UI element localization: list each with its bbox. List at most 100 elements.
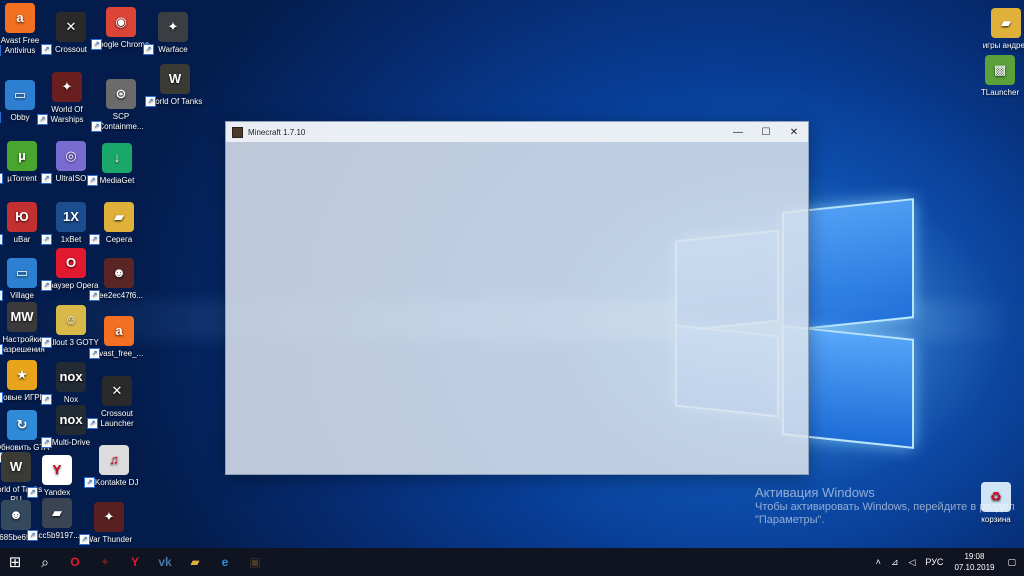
shortcut-arrow-icon: ↗ <box>84 477 95 488</box>
desktop-icon[interactable]: ◉ ↗ Google Chrome <box>91 7 151 50</box>
language-indicator[interactable]: РУС <box>920 557 948 567</box>
shortcut-arrow-icon: ↗ <box>41 173 52 184</box>
desktop-icon[interactable]: ▰ ↗ Серега <box>89 202 149 245</box>
desktop-icon[interactable]: nox ↗ Multi-Drive <box>41 405 101 448</box>
window-titlebar[interactable]: Minecraft 1.7.10 — ☐ ✕ <box>226 122 808 142</box>
search-button[interactable]: ⌕ <box>30 548 60 576</box>
vk-icon: vk <box>158 555 172 569</box>
system-tray: ˄ ⊿ ◁ РУС 19:08 07.10.2019 ▢ <box>871 548 1024 576</box>
desktop-icon[interactable]: ✦ ↗ Warface <box>143 12 203 55</box>
app-icon: ✦ <box>52 72 82 102</box>
shortcut-arrow-icon: ↗ <box>0 173 3 184</box>
app-icon: ↻ <box>7 410 37 440</box>
file-explorer-icon: ▰ <box>190 555 200 569</box>
taskbar-app-minecraft[interactable]: ▣ <box>240 548 270 576</box>
desktop-icon[interactable]: ✦ ↗ World Of Warships <box>37 72 97 125</box>
app-icon: ✦ <box>158 12 188 42</box>
network-icon[interactable]: ⊿ <box>886 557 904 568</box>
watermark-title: Активация Windows <box>755 485 875 500</box>
taskbar-app-edge[interactable]: e <box>210 548 240 576</box>
close-button[interactable]: ✕ <box>780 122 808 142</box>
app-icon: ◎ <box>56 141 86 171</box>
app-icon: a <box>5 3 35 33</box>
shortcut-arrow-icon: ↗ <box>0 392 3 403</box>
shortcut-arrow-icon: ↗ <box>0 344 3 355</box>
minecraft-icon: ▣ <box>249 555 261 569</box>
minecraft-icon <box>232 126 243 138</box>
shortcut-arrow-icon: ↗ <box>91 121 102 132</box>
maximize-button[interactable]: ☐ <box>752 122 780 142</box>
world-of-warships-icon: ✦ <box>99 555 111 569</box>
desktop-icon[interactable]: ✦ ↗ War Thunder <box>79 502 139 545</box>
taskbar-app-file-explorer[interactable]: ▰ <box>180 548 210 576</box>
app-icon: ✕ <box>102 376 132 406</box>
taskbar-app-world-of-warships[interactable]: ✦ <box>90 548 120 576</box>
clock[interactable]: 19:08 07.10.2019 <box>948 551 1002 573</box>
desktop-icon[interactable]: ☻ ↗ cee2ec47f6... <box>89 258 149 301</box>
app-icon: ☺ <box>56 305 86 335</box>
windows-icon: ⊞ <box>8 554 22 571</box>
watermark-line: "Параметры". <box>755 514 825 526</box>
tray-chevron-icon[interactable]: ˄ <box>871 557 886 567</box>
edge-icon: e <box>221 555 229 569</box>
app-icon: ♫ <box>99 445 129 475</box>
app-icon: ✦ <box>94 502 124 532</box>
window-content[interactable] <box>226 142 808 472</box>
shortcut-arrow-icon: ↗ <box>0 45 1 56</box>
desktop-icon[interactable]: W ↗ World Of Tanks <box>145 64 205 107</box>
clock-date: 07.10.2019 <box>954 563 995 572</box>
shortcut-arrow-icon: ↗ <box>0 112 1 123</box>
app-icon: ✕ <box>56 12 86 42</box>
shortcut-arrow-icon: ↗ <box>27 487 38 498</box>
desktop-icon[interactable]: ♫ ↗ VKontakte DJ <box>84 445 144 488</box>
taskbar-app-opera[interactable]: O <box>60 548 90 576</box>
app-icon: a <box>104 316 134 346</box>
app-icon: ▰ <box>104 202 134 232</box>
app-icon: 1X <box>56 202 86 232</box>
yandex-icon: Y <box>130 555 139 569</box>
desktop-icon[interactable]: ▩ TLauncher <box>970 55 1024 98</box>
shortcut-arrow-icon: ↗ <box>0 234 3 245</box>
app-icon: ▰ <box>42 498 72 528</box>
app-icon: Ю <box>7 202 37 232</box>
taskbar-app-vk[interactable]: vk <box>150 548 180 576</box>
app-icon: µ <box>7 141 37 171</box>
desktop-icon[interactable]: a ↗ avast_free_... <box>89 316 149 359</box>
minimize-button[interactable]: — <box>724 122 752 142</box>
watermark-line: Чтобы активировать Windows, перейдите в … <box>755 501 1015 513</box>
desktop-icon-label: Village <box>10 291 34 300</box>
clock-time: 19:08 <box>964 552 985 561</box>
shortcut-arrow-icon: ↗ <box>41 437 52 448</box>
search-icon: ⌕ <box>41 553 49 570</box>
shortcut-arrow-icon: ↗ <box>79 534 90 545</box>
shortcut-arrow-icon: ↗ <box>41 280 52 291</box>
shortcut-arrow-icon: ↗ <box>145 96 156 107</box>
shortcut-arrow-icon: ↗ <box>41 394 52 405</box>
app-icon: ◉ <box>106 7 136 37</box>
app-icon: ▩ <box>985 55 1015 85</box>
shortcut-arrow-icon: ↗ <box>87 175 98 186</box>
shortcut-arrow-icon: ↗ <box>89 234 100 245</box>
app-icon: O <box>56 248 86 278</box>
app-icon: ★ <box>7 360 37 390</box>
desktop-icon[interactable]: ⊛ ↗ SCP Containme... <box>91 79 151 132</box>
shortcut-arrow-icon: ↗ <box>27 530 38 541</box>
app-icon: ↓ <box>102 143 132 173</box>
volume-icon[interactable]: ◁ <box>903 557 920 568</box>
app-icon: ▭ <box>5 80 35 110</box>
notifications-icon[interactable]: ▢ <box>1002 557 1024 568</box>
app-icon: nox <box>56 405 86 435</box>
desktop-icon[interactable]: ▰ ↗ 8cc5b9197... <box>27 498 87 541</box>
desktop-icon[interactable]: ↓ ↗ MediaGet <box>87 143 147 186</box>
opera-icon: O <box>70 555 80 569</box>
desktop-icon[interactable]: ▰ игры андрея <box>976 8 1024 51</box>
shortcut-arrow-icon: ↗ <box>89 348 100 359</box>
shortcut-arrow-icon: ↗ <box>41 44 52 55</box>
window-title: Minecraft 1.7.10 <box>248 127 306 137</box>
start-button[interactable]: ⊞ <box>0 548 30 576</box>
taskbar-app-yandex[interactable]: Y <box>120 548 150 576</box>
desktop-icon[interactable]: Y ↗ Yandex <box>27 455 87 498</box>
minecraft-window[interactable]: Minecraft 1.7.10 — ☐ ✕ <box>225 121 809 475</box>
shortcut-arrow-icon: ↗ <box>41 337 52 348</box>
app-icon: MW <box>7 302 37 332</box>
